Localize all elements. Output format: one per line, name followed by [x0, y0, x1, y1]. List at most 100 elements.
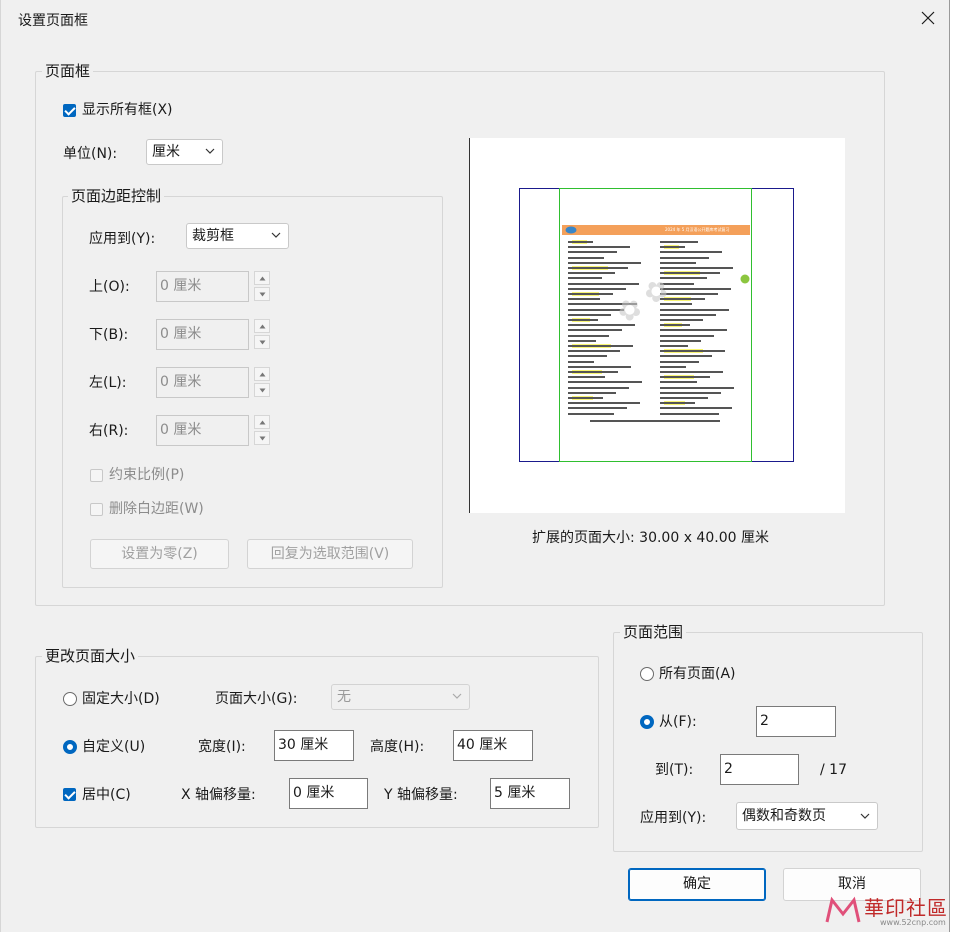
- doc-text-line: [568, 319, 598, 321]
- doc-text-line: [660, 339, 701, 342]
- title-bar: 设置页面框: [1, 0, 949, 36]
- doc-text-line: [568, 345, 633, 347]
- doc-text-line: [568, 261, 641, 264]
- to-page-input[interactable]: 2: [720, 754, 799, 785]
- page-preview: 2024 年 5 月汉语公开题库考试复习 ✿ ✿: [469, 138, 845, 513]
- doc-text-line: [568, 397, 603, 399]
- apply-to-select-value: 裁剪框: [192, 228, 234, 244]
- margin-control-legend: 页面边距控制: [68, 187, 165, 205]
- doc-watermark: ✿ ✿: [610, 270, 676, 331]
- y-offset-label: Y 轴偏移量:: [384, 787, 458, 803]
- doc-text-line: [568, 256, 604, 259]
- doc-text-line: [568, 355, 607, 358]
- doc-text-line: [660, 308, 729, 311]
- doc-text-line: [568, 313, 611, 316]
- set-to-zero-button[interactable]: 设置为零(Z): [90, 539, 229, 569]
- fixed-size-radio[interactable]: [63, 692, 77, 706]
- doc-text-line: [568, 282, 639, 285]
- doc-text-line: [568, 376, 605, 379]
- watermark-url: www.52cnp.com: [880, 918, 946, 927]
- doc-text-line: [660, 355, 712, 358]
- spin-up-icon[interactable]: [254, 367, 270, 381]
- range-apply-to-select[interactable]: 偶数和奇数页: [736, 802, 878, 830]
- page-size-select-value: 无: [337, 689, 351, 705]
- range-apply-to-value: 偶数和奇数页: [742, 808, 826, 824]
- doc-text-line: [660, 376, 710, 379]
- all-pages-radio[interactable]: [640, 667, 654, 681]
- custom-size-radio[interactable]: [63, 740, 77, 754]
- bottom-margin-spinner[interactable]: [254, 319, 270, 350]
- from-radio[interactable]: [640, 715, 654, 729]
- x-offset-input[interactable]: 0 厘米: [289, 778, 368, 809]
- spin-down-icon[interactable]: [254, 287, 270, 301]
- doc-text-line: [660, 381, 697, 384]
- width-input[interactable]: 30 厘米: [274, 730, 354, 761]
- doc-text-line: [568, 329, 622, 332]
- show-all-boxes-checkbox[interactable]: [63, 104, 76, 117]
- doc-text-line: [568, 241, 593, 243]
- bottom-margin-input[interactable]: 0 厘米: [156, 319, 249, 350]
- chevron-down-icon: [271, 232, 281, 238]
- doc-text-line: [660, 251, 722, 254]
- revert-to-selection-button[interactable]: 回复为选取范围(V): [247, 539, 413, 569]
- spin-down-icon[interactable]: [254, 431, 270, 445]
- spin-up-icon[interactable]: [254, 319, 270, 333]
- total-pages-label: / 17: [820, 762, 847, 778]
- doc-logo-icon: [565, 226, 577, 234]
- apply-to-select[interactable]: 裁剪框: [186, 223, 289, 249]
- page-size-select[interactable]: 无: [331, 684, 470, 710]
- doc-text-line: [660, 277, 707, 280]
- right-margin-spinner[interactable]: [254, 415, 270, 446]
- top-margin-input[interactable]: 0 厘米: [156, 271, 249, 302]
- doc-text-line: [568, 251, 617, 254]
- remove-white-margins-checkbox[interactable]: [90, 503, 103, 516]
- ok-button[interactable]: 确定: [628, 868, 766, 901]
- x-offset-label: X 轴偏移量:: [181, 787, 256, 803]
- extended-page-size-caption: 扩展的页面大小: 30.00 x 40.00 厘米: [532, 530, 769, 546]
- doc-text-line: [660, 329, 727, 332]
- top-margin-label: 上(O):: [89, 279, 130, 295]
- doc-text-line: [660, 324, 690, 327]
- doc-text-line: [568, 381, 642, 384]
- spin-down-icon[interactable]: [254, 383, 270, 397]
- watermark-text: 華印社區: [864, 896, 948, 920]
- right-margin-input[interactable]: 0 厘米: [156, 415, 249, 446]
- close-button[interactable]: [913, 6, 943, 30]
- chevron-down-icon: [205, 148, 215, 154]
- doc-text-line: [660, 261, 696, 264]
- apply-to-label: 应用到(Y):: [89, 231, 156, 247]
- spin-down-icon[interactable]: [254, 335, 270, 349]
- left-margin-spinner[interactable]: [254, 367, 270, 398]
- doc-header-title: 2024 年 5 月汉语公开题库考试复习: [665, 227, 730, 232]
- bottom-margin-label: 下(B):: [89, 327, 129, 343]
- unit-select-value: 厘米: [152, 144, 180, 160]
- doc-text-line: [568, 407, 627, 410]
- doc-text-line: [660, 360, 699, 363]
- crop-box-outline: 2024 年 5 月汉语公开题库考试复习 ✿ ✿: [559, 188, 752, 462]
- doc-text-line: [660, 287, 731, 290]
- doc-text-line: [660, 241, 698, 243]
- doc-text-line: [660, 256, 709, 259]
- watermark-logo-icon: [825, 896, 861, 923]
- unit-select[interactable]: 厘米: [146, 139, 223, 165]
- doc-text-line: [660, 246, 685, 249]
- center-checkbox[interactable]: [63, 788, 76, 801]
- doc-text-line: [568, 246, 630, 249]
- doc-text-line: [660, 334, 714, 337]
- y-offset-input[interactable]: 5 厘米: [490, 778, 570, 809]
- spin-up-icon[interactable]: [254, 271, 270, 285]
- left-margin-input[interactable]: 0 厘米: [156, 367, 249, 398]
- doc-text-line: [568, 334, 609, 337]
- top-margin-spinner[interactable]: [254, 271, 270, 302]
- doc-text-line: [660, 407, 732, 410]
- height-input[interactable]: 40 厘米: [453, 730, 533, 761]
- doc-text-line: [660, 391, 721, 394]
- close-icon: [921, 11, 935, 25]
- doc-text-line: [568, 371, 618, 373]
- doc-text-line: [660, 272, 720, 275]
- spin-up-icon[interactable]: [254, 415, 270, 429]
- doc-text-line: [568, 339, 596, 342]
- from-page-input[interactable]: 2: [756, 706, 836, 737]
- constrain-proportions-checkbox[interactable]: [90, 469, 103, 482]
- from-label: 从(F):: [659, 714, 697, 730]
